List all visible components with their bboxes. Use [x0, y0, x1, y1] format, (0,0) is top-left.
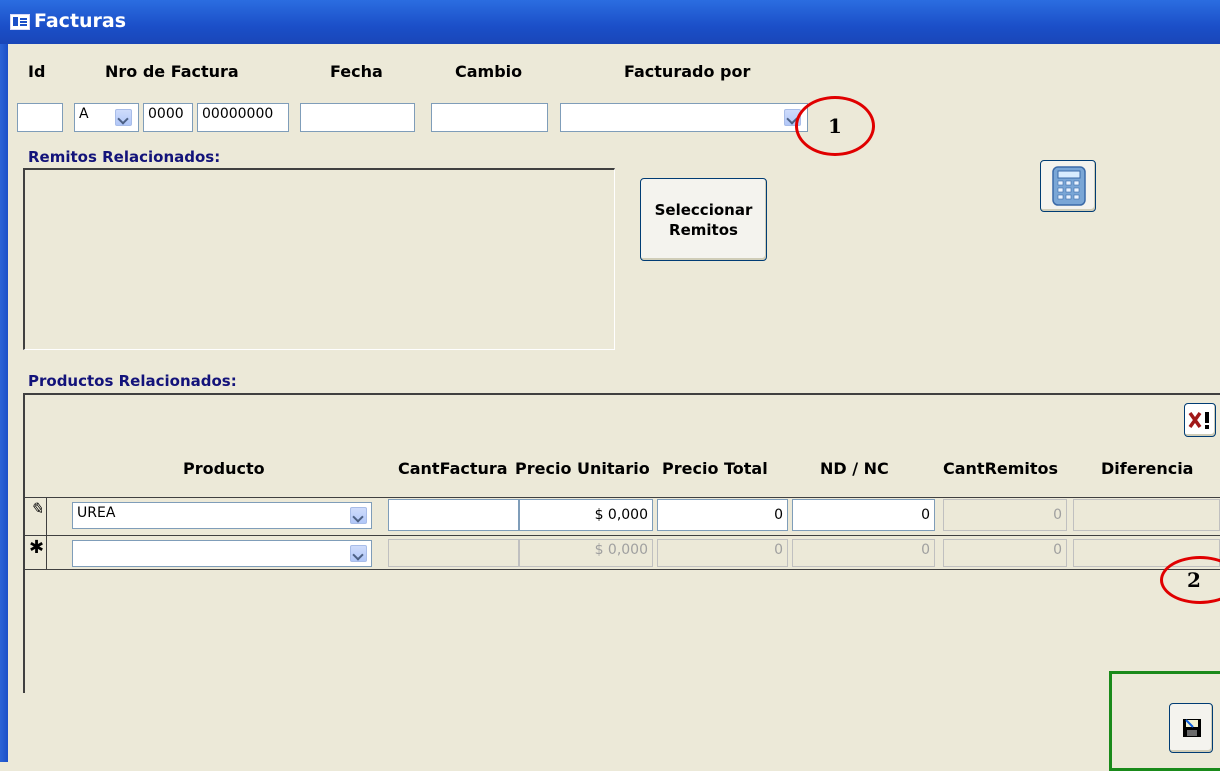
tipo-factura-select[interactable]: A	[74, 103, 139, 132]
new-record-icon: ✱	[29, 537, 45, 557]
col-nd-nc: ND / NC	[820, 459, 889, 478]
row-divider	[25, 535, 1220, 536]
button-label-line2: Remitos	[669, 221, 738, 239]
productos-subform: Producto CantFactura Precio Unitario Pre…	[23, 393, 1220, 693]
seleccionar-remitos-button[interactable]: Seleccionar Remitos	[640, 178, 767, 261]
remitos-label: Remitos Relacionados:	[28, 148, 221, 166]
numero-factura-field[interactable]: 00000000	[197, 103, 289, 132]
selector-divider	[46, 497, 47, 570]
fecha-label: Fecha	[330, 62, 383, 81]
chevron-down-icon[interactable]	[350, 507, 367, 524]
producto-select[interactable]: UREA	[72, 502, 372, 529]
cambio-label: Cambio	[455, 62, 523, 81]
chevron-down-icon[interactable]	[350, 545, 367, 562]
col-diferencia: Diferencia	[1101, 459, 1194, 478]
annotation-circle-1: 1	[795, 96, 875, 156]
col-producto: Producto	[183, 459, 265, 478]
save-button[interactable]	[1169, 703, 1213, 753]
punto-venta-field[interactable]: 0000	[143, 103, 193, 132]
cantfactura-field-new	[388, 539, 519, 567]
delete-icon	[1188, 411, 1209, 429]
producto-value: UREA	[77, 505, 116, 521]
row-divider	[25, 569, 1220, 570]
col-cantfactura: CantFactura	[398, 459, 508, 478]
nro-factura-label: Nro de Factura	[105, 62, 239, 81]
id-field[interactable]	[17, 103, 63, 132]
facturado-por-select[interactable]	[560, 103, 808, 132]
producto-select-new[interactable]	[72, 540, 372, 567]
cantremitos-field-new: 0	[943, 539, 1067, 567]
row-divider	[25, 497, 1220, 498]
chevron-down-icon[interactable]	[115, 109, 132, 126]
cantremitos-field: 0	[943, 499, 1067, 531]
button-label-line1: Seleccionar	[654, 201, 753, 219]
calculator-icon	[1052, 166, 1086, 206]
precio-total-field[interactable]: 0	[657, 499, 788, 531]
col-cantremitos: CantRemitos	[943, 459, 1059, 478]
remitos-list[interactable]	[23, 168, 615, 350]
nd-nc-field[interactable]: 0	[792, 499, 935, 531]
fecha-field[interactable]	[300, 103, 415, 132]
cambio-field[interactable]	[431, 103, 548, 132]
productos-label: Productos Relacionados:	[28, 372, 237, 390]
col-precio-unitario: Precio Unitario	[515, 459, 650, 478]
facturado-por-label: Facturado por	[624, 62, 751, 81]
pencil-icon: ✎	[30, 501, 44, 518]
precio-unitario-field[interactable]: $ 0,000	[519, 499, 653, 531]
save-icon	[1183, 719, 1201, 737]
window-title: Facturas	[34, 10, 127, 32]
window-border	[0, 44, 8, 762]
nd-nc-field-new: 0	[792, 539, 935, 567]
title-bar: Facturas	[0, 0, 1220, 44]
precio-unitario-field-new: $ 0,000	[519, 539, 653, 567]
diferencia-field	[1073, 499, 1220, 531]
delete-row-button[interactable]	[1184, 403, 1216, 437]
id-label: Id	[28, 62, 46, 81]
form-icon	[10, 14, 30, 30]
cantfactura-field[interactable]	[388, 499, 519, 531]
tipo-factura-value: A	[79, 106, 89, 122]
col-precio-total: Precio Total	[662, 459, 768, 478]
calculator-button[interactable]	[1040, 160, 1096, 212]
precio-total-field-new: 0	[657, 539, 788, 567]
